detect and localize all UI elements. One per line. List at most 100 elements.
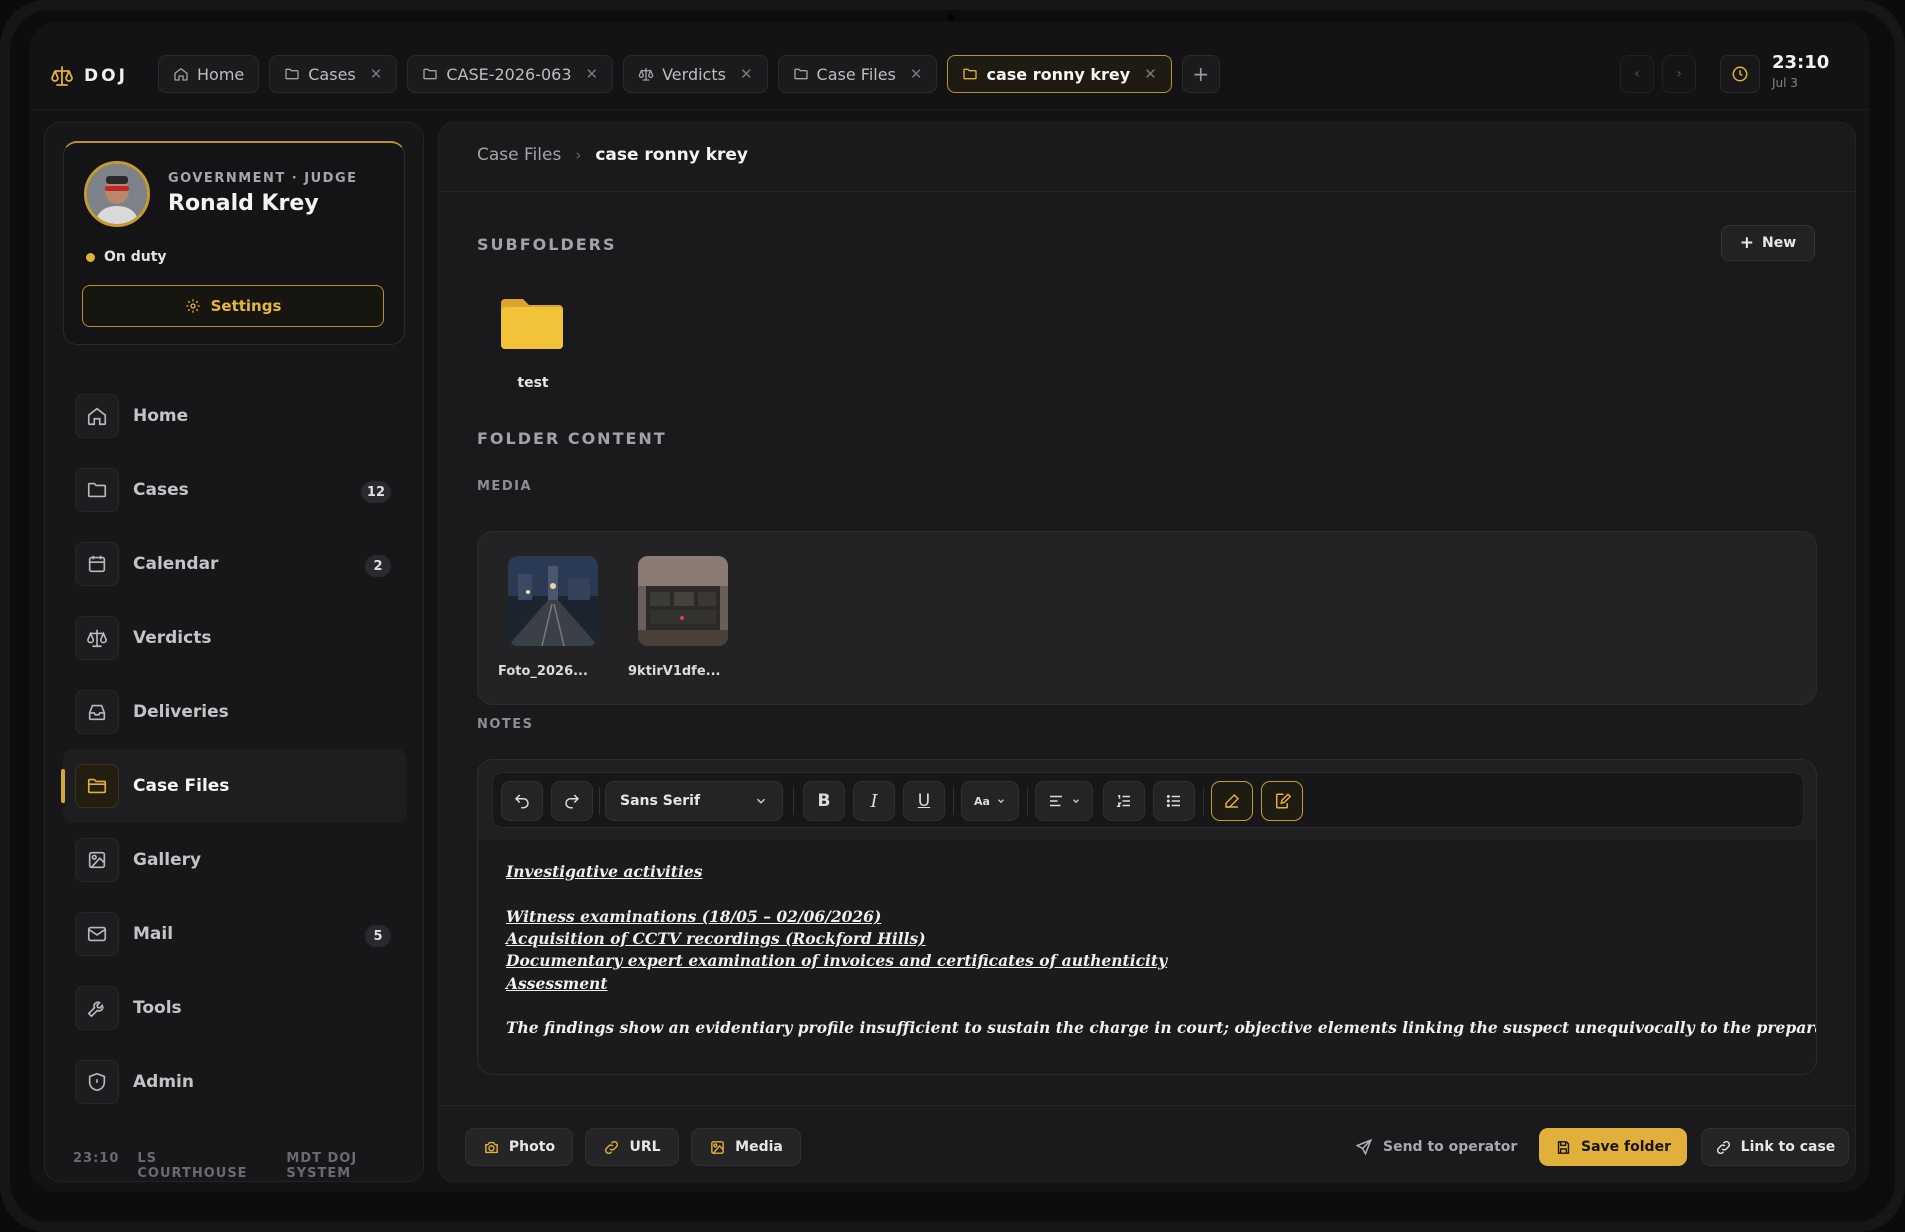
bold-button[interactable]: B (803, 781, 845, 821)
settings-label: Settings (210, 297, 282, 315)
undo-button[interactable] (501, 781, 543, 821)
mail-icon (75, 912, 119, 956)
sidebar-item-mail[interactable]: Mail 5 (63, 897, 407, 971)
redo-button[interactable] (551, 781, 593, 821)
sidebar-nav: Home Cases 12 Calendar 2 Verdicts Delive… (61, 379, 407, 1119)
send-to-operator-button[interactable]: Send to operator (1355, 1128, 1517, 1166)
sidebar-item-calendar[interactable]: Calendar 2 (63, 527, 407, 601)
home-icon (75, 394, 119, 438)
camera-dot (947, 14, 955, 22)
sidebar-item-label: Admin (133, 1072, 194, 1092)
chevron-down-icon (1073, 799, 1079, 804)
add-photo-button[interactable]: Photo (465, 1128, 573, 1166)
tab-strip: Home Cases ✕ CASE-2026-063 ✕ Verdicts ✕ … (158, 55, 1220, 93)
back-button[interactable]: ‹ (1620, 55, 1654, 93)
close-icon[interactable]: ✕ (586, 65, 599, 83)
font-family-value: Sans Serif (620, 793, 701, 809)
note-line: Acquisition of CCTV recordings (Rockford… (506, 929, 926, 948)
tab-cases[interactable]: Cases ✕ (269, 55, 398, 93)
new-subfolder-button[interactable]: + New (1721, 225, 1815, 261)
signature-button[interactable] (1261, 781, 1303, 821)
add-media-button[interactable]: Media (691, 1128, 801, 1166)
clock-time: 23:10 (1772, 52, 1830, 73)
divider (439, 191, 1855, 192)
media-thumbnail[interactable] (508, 556, 598, 646)
sidebar-item-cases[interactable]: Cases 12 (63, 453, 407, 527)
italic-button[interactable]: I (853, 781, 895, 821)
new-button-label: New (1762, 235, 1797, 251)
redo-icon (565, 794, 580, 809)
home-icon (174, 67, 188, 81)
tab-label: case ronny krey (986, 64, 1131, 84)
add-tab-button[interactable]: + (1181, 55, 1220, 93)
close-icon[interactable]: ✕ (370, 65, 383, 83)
subfolder-item[interactable] (499, 295, 565, 355)
wrench-icon (75, 986, 119, 1030)
bold-icon: B (817, 791, 831, 811)
sidebar-item-tools[interactable]: Tools (63, 971, 407, 1045)
highlight-button[interactable] (1211, 781, 1253, 821)
notes-title: NOTES (477, 717, 534, 732)
tab-case-files[interactable]: Case Files ✕ (777, 55, 938, 93)
settings-button[interactable]: Settings (82, 285, 384, 327)
clock-button[interactable] (1720, 55, 1760, 93)
font-family-select[interactable]: Sans Serif (605, 781, 783, 821)
note-line: Witness examinations (18/05 – 02/06/2026… (506, 907, 882, 926)
action-bar: Photo URL Media Send to operator Save fo… (439, 1105, 1855, 1181)
link-icon (1716, 1140, 1730, 1154)
inbox-icon (75, 690, 119, 734)
scales-icon (75, 616, 119, 660)
folder-icon (963, 68, 978, 80)
link-to-case-button[interactable]: Link to case (1701, 1128, 1849, 1166)
avatar[interactable] (84, 161, 150, 227)
footer-system: MDT DOJ SYSTEM (286, 1151, 358, 1181)
tab-case-ronny-krey[interactable]: case ronny krey ✕ (947, 55, 1172, 93)
tab-label: Cases (308, 64, 356, 84)
close-icon[interactable]: ✕ (1144, 65, 1157, 83)
sidebar-item-gallery[interactable]: Gallery (63, 823, 407, 897)
sidebar-item-label: Calendar (133, 554, 219, 574)
chevron-right-icon: › (1676, 66, 1682, 82)
sidebar-item-home[interactable]: Home (63, 379, 407, 453)
media-gallery: Foto_2026... 9ktirV1dfe... (477, 531, 1817, 705)
bullet-list-icon (1166, 795, 1180, 807)
align-left-icon (1050, 795, 1062, 807)
footer-time: 23:10 (73, 1151, 120, 1166)
notes-text-area[interactable]: Investigative activities Witness examina… (478, 840, 1816, 1074)
close-icon[interactable]: ✕ (910, 65, 923, 83)
subfolder-name: test (517, 375, 549, 391)
font-size-select[interactable]: Aa (961, 781, 1019, 821)
profile-card: GOVERNMENT · JUDGE Ronald Krey On duty S… (63, 141, 405, 345)
ordered-list-button[interactable] (1103, 781, 1145, 821)
photo-thumbnail-image (508, 556, 598, 646)
sidebar-item-case-files[interactable]: Case Files (61, 749, 407, 823)
sidebar-item-verdicts[interactable]: Verdicts (63, 601, 407, 675)
app-screen: DOJ Home Cases ✕ CASE-2026-063 ✕ Verdict… (30, 22, 1870, 1192)
tab-home[interactable]: Home (158, 55, 260, 93)
tab-case-2026-063[interactable]: CASE-2026-063 ✕ (407, 55, 614, 93)
tab-verdicts[interactable]: Verdicts ✕ (623, 55, 768, 93)
plus-icon: + (1739, 233, 1755, 253)
app-logo[interactable]: DOJ (50, 62, 128, 90)
bullet-list-button[interactable] (1153, 781, 1195, 821)
breadcrumb: Case Files › case ronny krey (477, 145, 748, 165)
breadcrumb-parent[interactable]: Case Files (477, 145, 561, 165)
image-icon (711, 1140, 725, 1154)
underline-button[interactable]: U (903, 781, 945, 821)
media-thumbnail[interactable] (638, 556, 728, 646)
media-name: 9ktirV1dfe... (628, 664, 721, 679)
image-icon (75, 838, 119, 882)
photo-thumbnail-image (638, 556, 728, 646)
add-url-button[interactable]: URL (585, 1128, 679, 1166)
forward-button[interactable]: › (1662, 55, 1696, 93)
toolbar-divider (1027, 787, 1028, 815)
notes-editor: Sans Serif B I U Aa Investigative activi… (477, 759, 1817, 1075)
sidebar-item-deliveries[interactable]: Deliveries (63, 675, 407, 749)
close-icon[interactable]: ✕ (740, 65, 753, 83)
chevron-down-icon (757, 798, 765, 804)
save-label: Save folder (1581, 1139, 1671, 1155)
app-logo-text: DOJ (84, 66, 128, 86)
align-select[interactable] (1035, 781, 1093, 821)
save-folder-button[interactable]: Save folder (1539, 1128, 1687, 1166)
sidebar-item-admin[interactable]: Admin (63, 1045, 407, 1119)
